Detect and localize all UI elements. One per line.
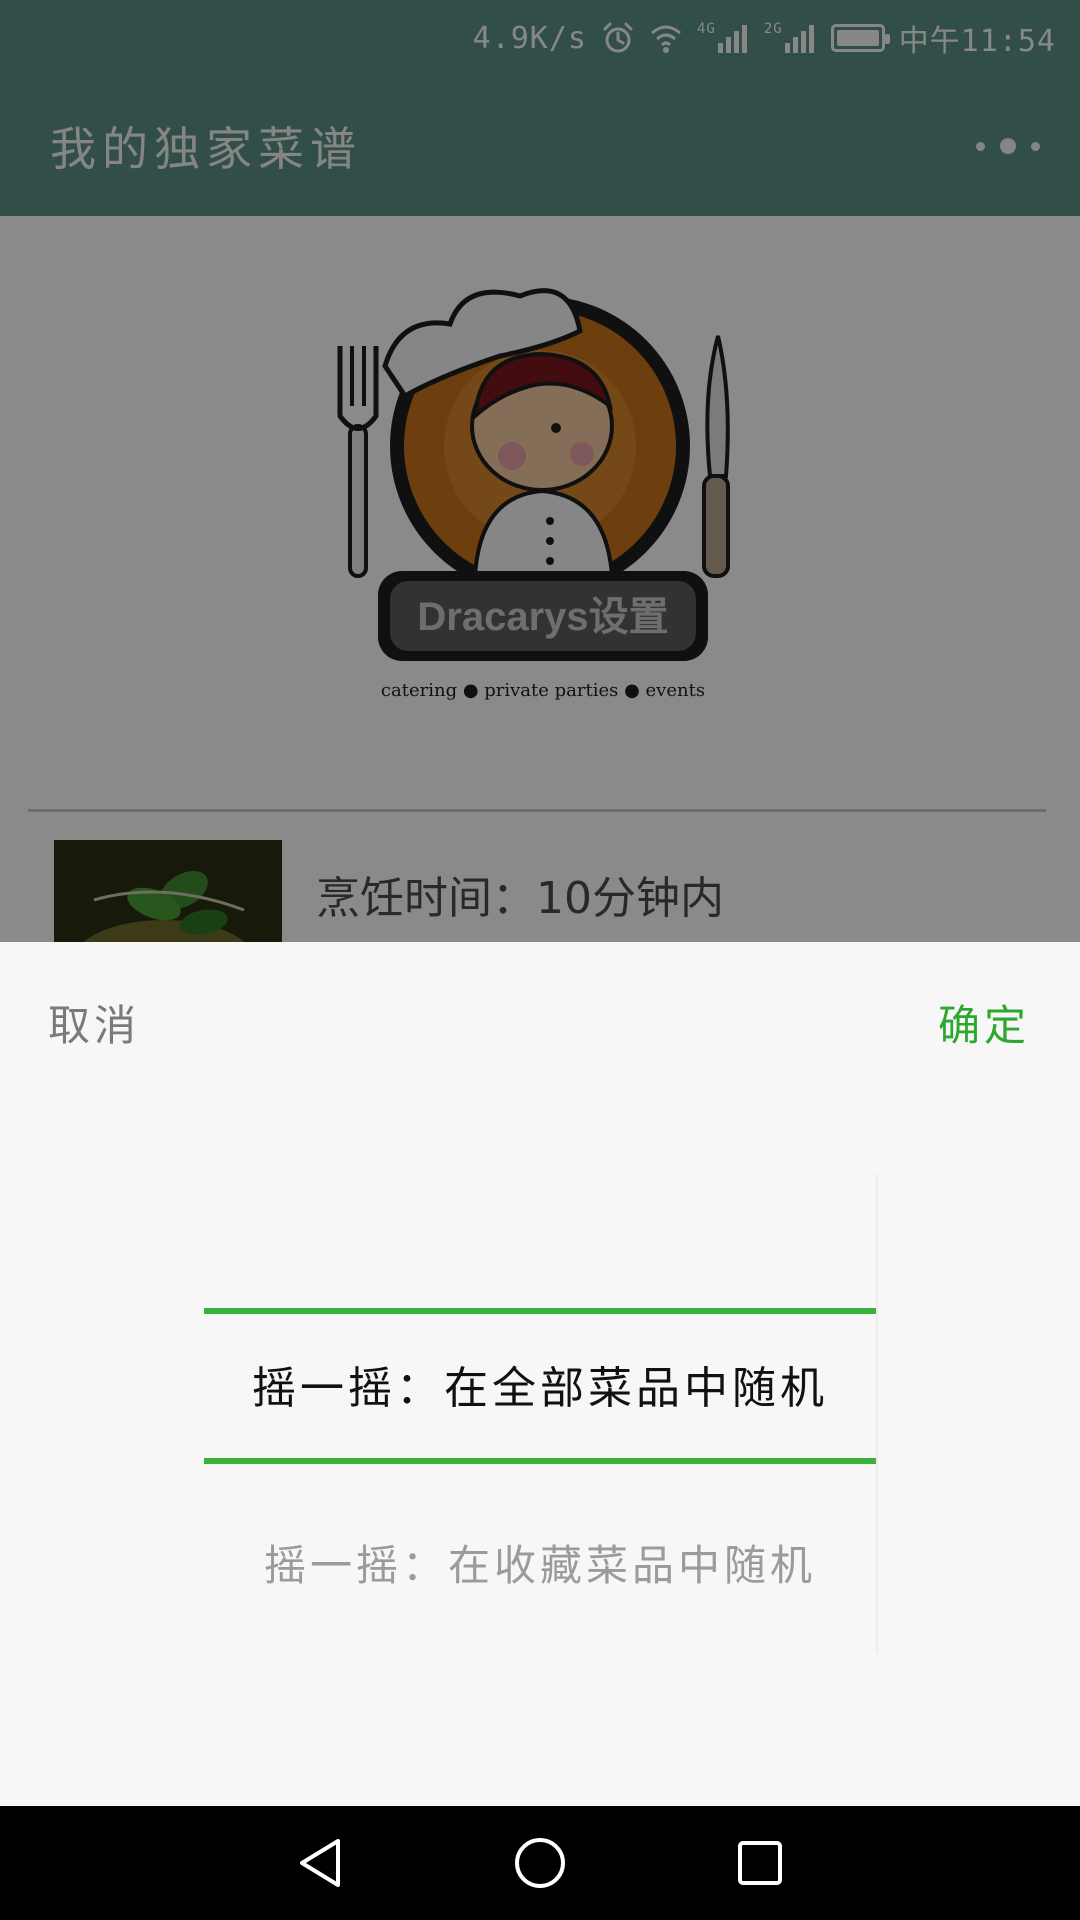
overflow-menu-icon[interactable] [976,126,1040,166]
navigation-bar [0,1806,1080,1920]
divider [28,809,1046,812]
screen: 4.9K/s 4G 2G 中午11:54 我的独家菜谱 Dracarys设置 c… [0,0,1080,1920]
picker-selection-line-bottom [204,1458,876,1464]
signal-4g-icon: 4G [697,21,750,55]
chef-logo-image: Dracarys设置 catering ● private parties ● … [337,288,730,701]
app-title: 我的独家菜谱 [50,122,362,176]
back-icon[interactable] [285,1828,355,1898]
signal-bars-2g [784,25,814,53]
chef-logo: Dracarys设置 catering ● private parties ● … [330,276,750,716]
battery-icon [830,24,890,52]
network-speed: 4.9K/s [472,20,587,56]
option-picker[interactable]: 摇一摇：在全部菜品中随机 摇一摇：在收藏菜品中随机 [204,1174,878,1654]
cook-time: 烹饪时间：10分钟内 [316,873,724,924]
fork-icon [337,346,379,578]
home-icon[interactable] [505,1828,575,1898]
cancel-button[interactable]: 取消 [48,992,140,1053]
app-bar: 我的独家菜谱 [0,76,1080,216]
picker-sheet: 取消 确定 摇一摇：在全部菜品中随机 摇一摇：在收藏菜品中随机 [0,942,1080,1806]
status-bar: 4.9K/s 4G 2G 中午11:54 [0,0,1080,76]
recents-icon[interactable] [725,1828,795,1898]
signal-bars-4g [717,25,747,53]
confirm-button[interactable]: 确定 [938,992,1030,1053]
signal-2g-label: 2G [763,21,783,37]
content-area: Dracarys设置 catering ● private parties ● … [0,216,1080,942]
picker-selection-line-top [204,1308,876,1314]
picker-option[interactable]: 摇一摇：在收藏菜品中随机 [204,1532,876,1593]
picker-option-selected[interactable]: 摇一摇：在全部菜品中随机 [204,1352,876,1416]
mint-drink-image [54,840,282,942]
signal-4g-label: 4G [696,21,716,37]
status-time: 中午11:54 [898,24,1056,59]
logo-name: Dracarys设置 [417,595,668,639]
logo-tagline: catering ● private parties ● events [381,680,705,701]
alarm-icon [603,22,633,53]
recipe-thumbnail[interactable] [54,840,282,942]
signal-2g-icon: 2G [764,21,817,55]
knife-icon [702,335,730,578]
wifi-icon [650,25,681,53]
